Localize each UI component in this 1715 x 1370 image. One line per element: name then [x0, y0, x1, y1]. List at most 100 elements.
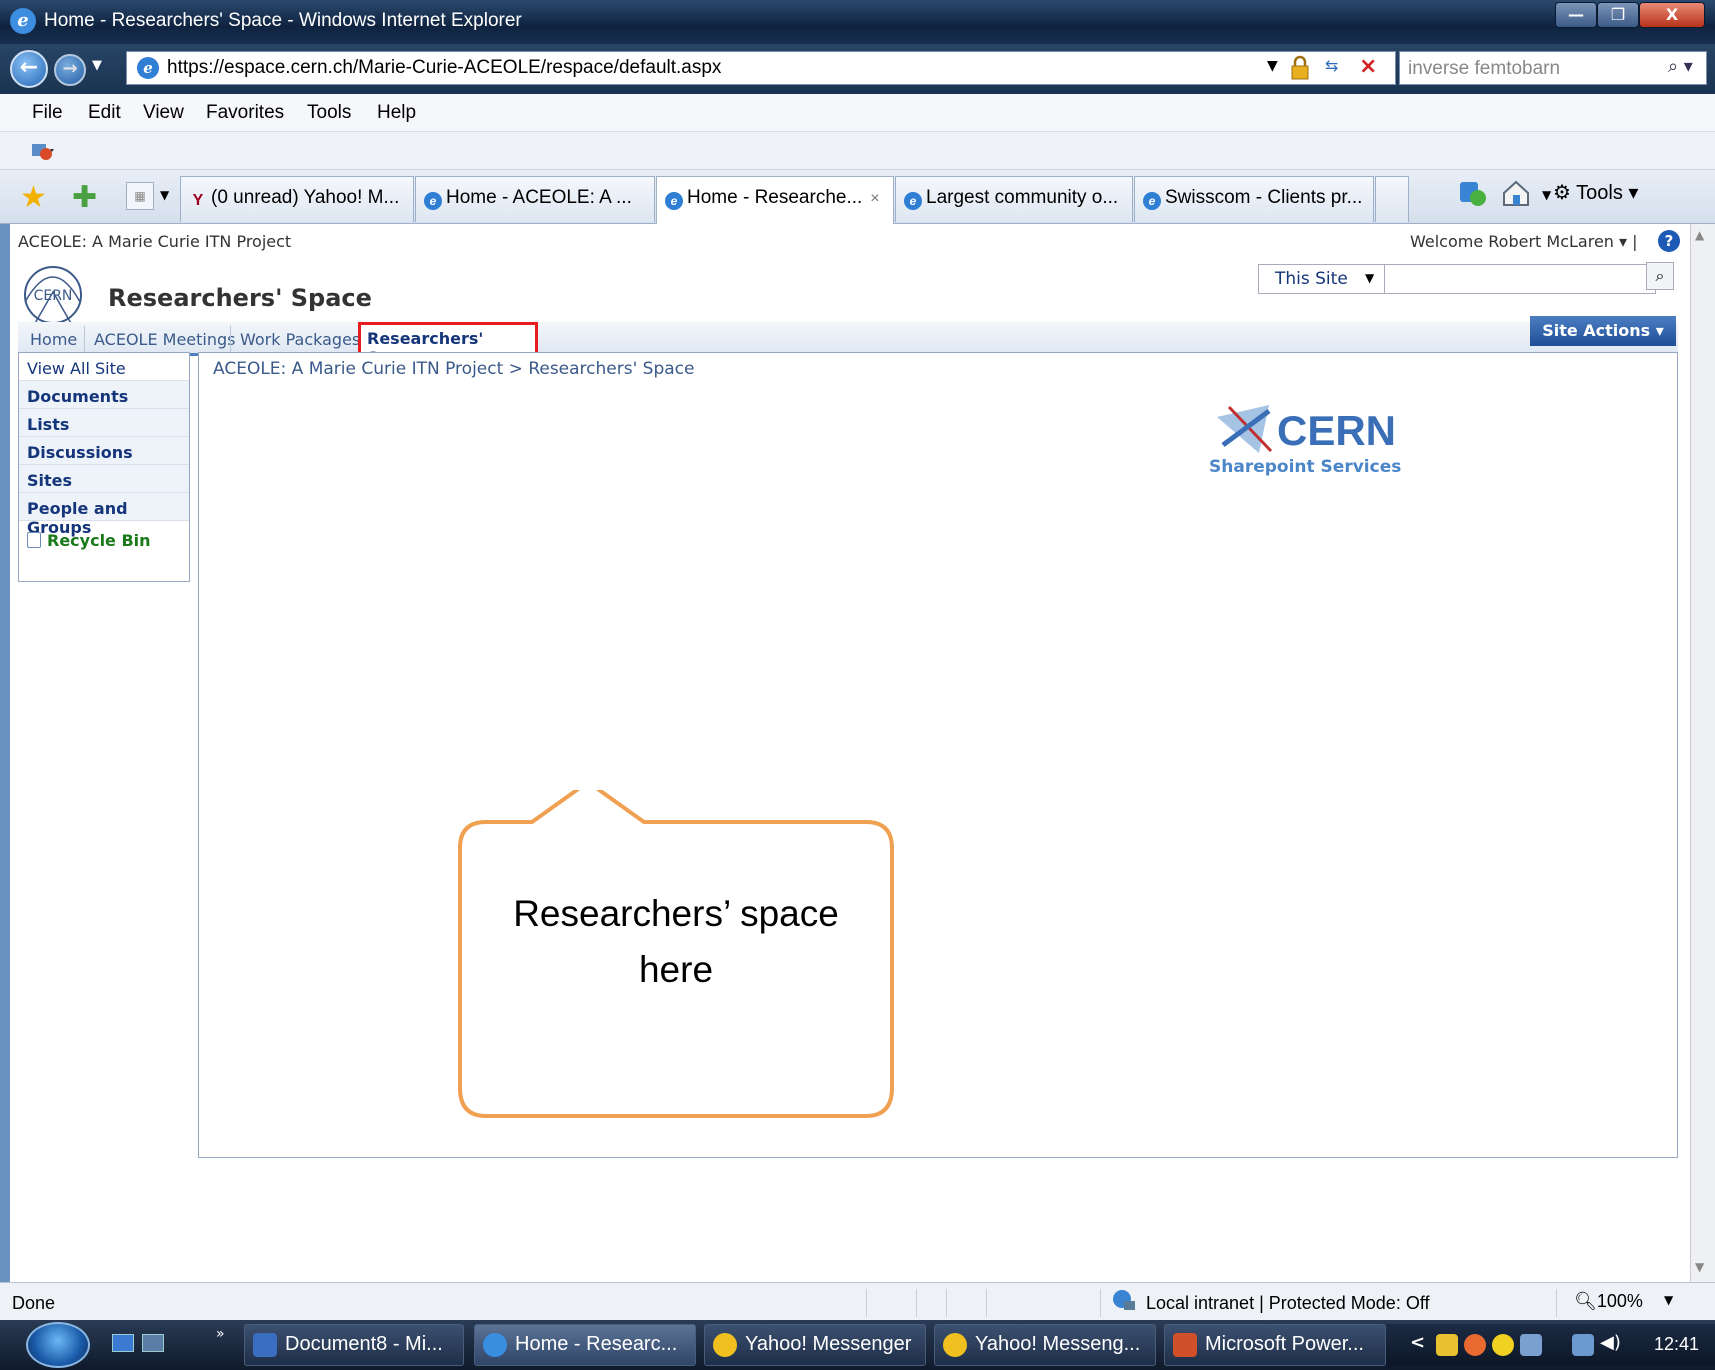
stop-icon[interactable]: × — [1359, 54, 1377, 79]
topnav-divider — [84, 326, 85, 352]
quick-launch-more-icon[interactable]: » — [216, 1326, 225, 1342]
show-desktop-icon[interactable] — [112, 1334, 134, 1352]
new-tab-button[interactable] — [1375, 176, 1409, 222]
favorites-star-icon[interactable]: ★ — [20, 180, 47, 215]
ie-icon: e — [10, 8, 36, 34]
welcome-menu[interactable]: Welcome Robert McLaren ▾ | — [1410, 232, 1638, 251]
taskbar-item-yahoo-messenger-2[interactable]: Yahoo! Messeng... — [934, 1324, 1156, 1366]
breadcrumb[interactable]: ACEOLE: A Marie Curie ITN Project > Rese… — [213, 359, 694, 379]
gear-icon: ⚙ — [1553, 182, 1577, 204]
quick-launch-lists[interactable]: Lists — [19, 409, 189, 437]
topnav-researchers-space[interactable]: Researchers' Space — [358, 322, 538, 367]
tab-yahoo-mail[interactable]: Y (0 unread) Yahoo! M... — [180, 176, 414, 222]
tab-largest-community[interactable]: e Largest community o... — [895, 176, 1133, 222]
ie-icon: e — [1143, 192, 1161, 210]
quick-launch-recycle-bin[interactable]: Recycle Bin — [19, 525, 189, 553]
home-icon[interactable] — [1500, 178, 1532, 208]
callout-line-2: here — [638, 949, 714, 990]
back-button[interactable]: ← — [10, 50, 48, 88]
site-search-button[interactable]: ⌕ — [1646, 262, 1674, 290]
url-text: https://espace.cern.ch/Marie-Curie-ACEOL… — [167, 57, 722, 78]
tab-list-dropdown-icon[interactable]: ▼ — [160, 188, 169, 202]
close-button[interactable]: X — [1639, 2, 1705, 28]
home-dropdown-icon[interactable]: ▼ — [1542, 188, 1551, 202]
powerpoint-icon — [1173, 1333, 1197, 1357]
zoom-level[interactable]: 🔍︎100% — [1574, 1291, 1643, 1312]
forward-button[interactable]: → — [54, 54, 86, 86]
menu-view[interactable]: View — [143, 102, 184, 124]
callout-line-1: Researchers’ space — [513, 893, 839, 934]
status-divider — [1100, 1289, 1101, 1317]
yahoo-messenger-icon — [713, 1333, 737, 1357]
site-header[interactable]: ACEOLE: A Marie Curie ITN Project — [18, 232, 291, 251]
volume-icon[interactable]: ◀) — [1600, 1332, 1621, 1353]
tools-button[interactable]: ⚙ Tools ▾ — [1553, 180, 1638, 205]
ie-icon: e — [665, 192, 683, 210]
status-divider — [866, 1289, 867, 1317]
refresh-icon[interactable]: ⇆ — [1325, 56, 1347, 80]
yahoo-tray-icon[interactable] — [1492, 1334, 1514, 1356]
messenger-tray-icon[interactable] — [1464, 1334, 1486, 1356]
taskbar-item-yahoo-messenger[interactable]: Yahoo! Messenger — [704, 1324, 926, 1366]
security-zone-text[interactable]: Local intranet | Protected Mode: Off — [1146, 1293, 1430, 1314]
status-text: Done — [12, 1293, 56, 1313]
quick-launch-people-groups[interactable]: People and Groups — [19, 493, 189, 537]
search-scope-select[interactable]: This Site ▼ — [1258, 264, 1386, 294]
taskbar-item-ie[interactable]: Home - Researc... — [474, 1324, 696, 1366]
topnav-work-packages[interactable]: Work Packages — [240, 330, 360, 349]
tab-label: Home - Researche... — [687, 187, 863, 208]
topnav-home[interactable]: Home — [30, 330, 77, 349]
switch-windows-icon[interactable] — [142, 1334, 164, 1352]
links-icon[interactable] — [30, 140, 56, 162]
quick-launch-discussions[interactable]: Discussions — [19, 437, 189, 465]
address-dropdown-icon[interactable]: ▼ — [1267, 58, 1278, 74]
address-field[interactable]: e https://espace.cern.ch/Marie-Curie-ACE… — [126, 51, 1396, 85]
tab-swisscom[interactable]: e Swisscom - Clients pr... — [1134, 176, 1374, 222]
start-button[interactable] — [26, 1322, 90, 1368]
address-toolbar: ← → ▼ e https://espace.cern.ch/Marie-Cur… — [0, 44, 1715, 94]
tab-label: Swisscom - Clients pr... — [1165, 187, 1363, 208]
help-icon[interactable]: ? — [1658, 230, 1680, 252]
main-content: ACEOLE: A Marie Curie ITN Project > Rese… — [198, 352, 1678, 1158]
scroll-up-icon[interactable]: ▲ — [1695, 228, 1704, 242]
search-field[interactable]: inverse femtobarn ⌕ ▾ — [1399, 51, 1707, 85]
zoom-dropdown-icon[interactable]: ▼ — [1664, 1293, 1673, 1307]
taskbar-item-powerpoint[interactable]: Microsoft Power... — [1164, 1324, 1386, 1366]
research-icon[interactable] — [1456, 178, 1488, 208]
clock[interactable]: 12:41 — [1654, 1334, 1699, 1355]
zoom-value: 100% — [1596, 1291, 1643, 1311]
tab-close-icon[interactable]: × — [870, 190, 879, 207]
mail-icon[interactable] — [1436, 1334, 1458, 1356]
recent-pages-dropdown[interactable]: ▼ — [92, 58, 102, 73]
search-icon[interactable]: ⌕ ▾ — [1668, 56, 1693, 77]
menu-tools[interactable]: Tools — [307, 102, 351, 124]
tray-expand-icon[interactable]: < — [1410, 1332, 1425, 1353]
menu-help[interactable]: Help — [377, 102, 416, 124]
update-tray-icon[interactable] — [1520, 1334, 1542, 1356]
quick-launch-view-all[interactable]: View All Site Content — [19, 353, 189, 397]
minimize-button[interactable]: — — [1555, 2, 1597, 28]
site-actions-button[interactable]: Site Actions ▾ — [1530, 316, 1676, 346]
menu-file[interactable]: File — [32, 102, 63, 124]
menu-favorites[interactable]: Favorites — [206, 102, 284, 124]
tab-aceole-home[interactable]: e Home - ACEOLE: A ... — [415, 176, 655, 222]
taskbar-item-label: Microsoft Power... — [1205, 1333, 1364, 1355]
vertical-scrollbar[interactable]: ▲ ▼ — [1690, 224, 1715, 1282]
add-favorites-icon[interactable]: ✚ — [72, 180, 97, 215]
word-icon — [253, 1333, 277, 1357]
maximize-button[interactable]: ❐ — [1597, 2, 1639, 28]
network-icon[interactable] — [1572, 1334, 1594, 1356]
quick-tabs-button[interactable]: ▦ — [126, 182, 154, 210]
topnav-divider — [230, 326, 231, 352]
tab-researchers-space[interactable]: e Home - Researche... × — [656, 176, 894, 224]
menu-edit[interactable]: Edit — [88, 102, 121, 124]
window-title-bar[interactable]: e Home - Researchers' Space - Windows In… — [0, 0, 1715, 44]
scroll-down-icon[interactable]: ▼ — [1695, 1260, 1704, 1274]
topnav-aceole-meetings[interactable]: ACEOLE Meetings — [94, 330, 236, 349]
lock-icon[interactable] — [1290, 55, 1310, 81]
site-search-input[interactable] — [1384, 264, 1656, 294]
local-intranet-icon[interactable] — [1112, 1289, 1136, 1311]
taskbar-item-word[interactable]: Document8 - Mi... — [244, 1324, 464, 1366]
quick-launch-sites[interactable]: Sites — [19, 465, 189, 493]
quick-launch-documents[interactable]: Documents — [19, 381, 189, 409]
